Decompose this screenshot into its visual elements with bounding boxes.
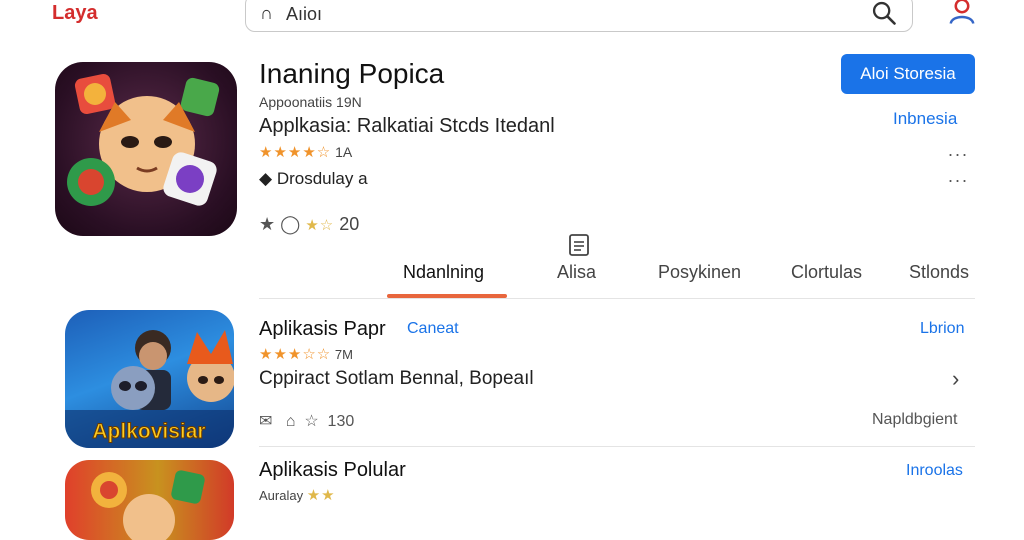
star-icon: ★ bbox=[259, 214, 276, 234]
search-bar[interactable]: ∩ Aıioı bbox=[245, 0, 913, 32]
rating-value: 1A bbox=[335, 144, 353, 160]
tab-ndanlning[interactable]: Ndanlning bbox=[403, 262, 484, 283]
list-item-meta-right: Napldbgient bbox=[872, 411, 958, 428]
star-rating: ★★★★☆ bbox=[259, 144, 332, 161]
list-item-sub-2: Auralay bbox=[259, 488, 304, 503]
list-item-meta: ✉ ⌂ ☆ 130 bbox=[259, 411, 354, 431]
mic-icon[interactable]: ∩ bbox=[260, 3, 273, 24]
app-title: Inaning Popica bbox=[259, 58, 445, 89]
divider bbox=[259, 446, 975, 447]
chat-icon: ◯ bbox=[280, 214, 301, 234]
reviews-row: ★ ◯ ★☆ 20 bbox=[259, 214, 359, 235]
tab-clortulas[interactable]: Clortulas bbox=[791, 262, 862, 283]
app-icon bbox=[55, 62, 237, 236]
list-item-count: 130 bbox=[327, 413, 355, 430]
search-query[interactable]: Aıioı bbox=[286, 4, 322, 25]
list-item-right-link-2[interactable]: Inroolas bbox=[906, 462, 963, 480]
search-icon[interactable] bbox=[870, 0, 898, 27]
more-options-icon-2[interactable]: ... bbox=[948, 166, 969, 187]
star-outline-icon: ☆ bbox=[304, 413, 319, 430]
list-item-2-artwork bbox=[91, 470, 205, 540]
list-item-description: Cppiract Sotlam Bennal, Bopeaıl bbox=[259, 368, 534, 389]
app-icon-artwork bbox=[67, 73, 220, 206]
more-options-icon[interactable]: ... bbox=[948, 140, 969, 161]
install-button[interactable]: Aloi Storesia bbox=[841, 54, 975, 94]
tag-icon: ◆ bbox=[259, 169, 273, 188]
list-item-tag[interactable]: Caneat bbox=[407, 320, 459, 338]
reviews-count: 20 bbox=[339, 214, 360, 234]
app-category: Applkasia: Ralkatiai Stcds Itedanl bbox=[259, 115, 555, 137]
list-item-rating-2: Auralay ★★ bbox=[259, 486, 336, 504]
developer-name[interactable]: Drosdulay a bbox=[277, 169, 368, 188]
list-item-rating: ★★★☆☆ 7M bbox=[259, 345, 353, 363]
list-item-stars-2: ★★ bbox=[306, 487, 336, 504]
list-item-name-2[interactable]: Aplikasis Polular bbox=[259, 459, 406, 482]
tab-posykinen[interactable]: Posykinen bbox=[658, 262, 741, 283]
list-item-name[interactable]: Aplikasis Papr bbox=[259, 318, 386, 341]
list-item-right-link[interactable]: Lbrion bbox=[920, 320, 964, 338]
developer-row[interactable]: ◆ Drosdulay a bbox=[259, 169, 368, 189]
region-link[interactable]: Inbnesia bbox=[893, 109, 957, 129]
user-icon[interactable] bbox=[947, 0, 977, 26]
gift-icon: ⌂ bbox=[285, 413, 296, 430]
list-item-size: 7M bbox=[334, 347, 353, 362]
mail-icon: ✉ bbox=[259, 413, 273, 430]
list-item-artwork: Aplkovisiar bbox=[65, 330, 234, 448]
tab-alisa[interactable]: Alisa bbox=[557, 262, 596, 283]
divider bbox=[259, 298, 975, 299]
app-rating: ★★★★☆ 1A bbox=[259, 143, 352, 161]
chevron-right-icon[interactable]: › bbox=[952, 366, 959, 392]
app-subtitle: Appoonatiis 19N bbox=[259, 94, 362, 110]
list-item-icon-2[interactable] bbox=[65, 460, 234, 540]
tab-stlonds[interactable]: Stlonds bbox=[909, 262, 969, 283]
list-item-stars: ★★★☆☆ bbox=[259, 346, 332, 363]
list-item-icon[interactable]: Aplkovisiar bbox=[65, 310, 234, 448]
brand-logo[interactable]: Laya bbox=[52, 2, 98, 25]
list-item-icon-text: Aplkovisiar bbox=[92, 420, 205, 443]
reviews-stars: ★☆ bbox=[305, 217, 335, 234]
document-icon bbox=[569, 234, 589, 256]
